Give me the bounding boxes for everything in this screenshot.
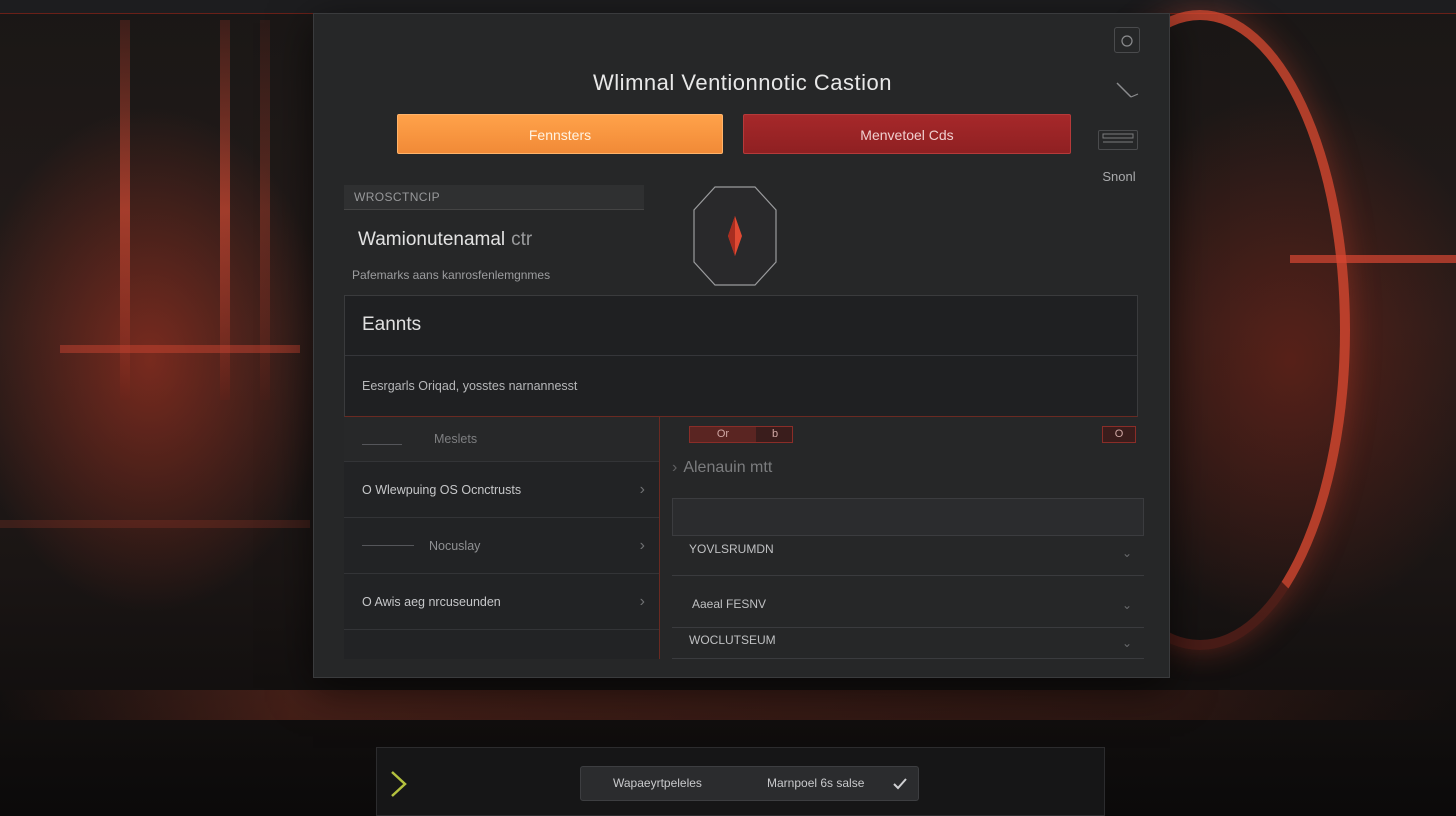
list-header-label: Meslets — [434, 432, 478, 446]
bg-pillar — [120, 20, 130, 400]
chevron-down-icon: ⌄ — [1121, 636, 1132, 650]
divider — [362, 444, 402, 445]
bg-beam — [60, 345, 300, 353]
list-item[interactable]: Nocuslay › — [344, 518, 659, 574]
info-description: Pafemarks aans kanrosfenlemgnmes — [352, 268, 551, 282]
info-name: Wamionutenamal ctr — [358, 229, 532, 251]
primary-button[interactable]: Fennsters — [397, 114, 723, 154]
bg-pillar — [220, 20, 230, 400]
dropdown-row-label: WOCLUTSEUM — [689, 633, 776, 647]
tool-label: Snonl — [1102, 169, 1136, 184]
events-section: Eannts Eesrgarls Oriqad, yosstes narnann… — [344, 295, 1138, 417]
circle-icon[interactable] — [1114, 27, 1140, 53]
left-list: Meslets O Wlewpuing OS Ocnctrusts › Nocu… — [344, 417, 660, 659]
panel-title: Wlimnal Ventionnotic Castion — [593, 70, 892, 95]
display-icon-glyph — [1102, 133, 1134, 143]
chip-group: Or b — [689, 426, 793, 443]
display-icon[interactable] — [1098, 130, 1138, 150]
info-name-suffix: ctr — [511, 229, 533, 250]
dropdown-row[interactable]: WOCLUTSEUM ⌄ — [672, 628, 1144, 659]
events-description: Eesrgarls Oriqad, yosstes narnannesst — [362, 379, 578, 393]
line-tool-icon[interactable] — [1114, 78, 1140, 104]
list-item[interactable]: O Wlewpuing OS Ocnctrusts › — [344, 462, 659, 518]
chip-a[interactable]: Or — [690, 427, 756, 442]
info-name-text: Wamionutenamal — [358, 229, 506, 250]
bottom-selector[interactable]: Wapaeyrtpeleles Marnpoel 6s salse — [580, 766, 919, 801]
chevron-down-icon: ⌄ — [1121, 598, 1132, 612]
divider — [362, 545, 414, 546]
list-item[interactable]: O Awis aeg nrcuseunden › — [344, 574, 659, 630]
chevron-down-icon: ⌄ — [1121, 546, 1132, 560]
circle-icon-glyph — [1121, 35, 1133, 47]
line-tool-glyph — [1116, 82, 1139, 98]
info-header: WROSCTNCIP — [344, 185, 644, 210]
main-panel: Wlimnal Ventionnotic Castion Fennsters M… — [313, 13, 1170, 678]
bottom-option-b[interactable]: Marnpoel 6s salse — [767, 767, 864, 800]
right-title-text: Alenauin mtt — [683, 459, 773, 476]
chevron-right-icon: › — [639, 481, 645, 498]
list-item-label: O Awis aeg nrcuseunden — [362, 595, 501, 609]
list-item-label: O Wlewpuing OS Ocnctrusts — [362, 483, 522, 497]
dropdown-row-label: YOVLSRUMDN — [689, 542, 774, 556]
arrow-right-icon[interactable] — [389, 770, 409, 798]
check-icon[interactable] — [892, 776, 908, 792]
dropdown-row[interactable]: YOVLSRUMDN ⌄ — [672, 538, 1144, 576]
events-title: Eannts — [345, 296, 1137, 356]
chip-b[interactable]: b — [758, 427, 792, 442]
top-strip — [0, 0, 1456, 14]
right-input[interactable] — [672, 498, 1144, 536]
list-header: Meslets — [344, 417, 659, 462]
bg-pillar — [260, 20, 270, 400]
list-item-label: Nocuslay — [429, 539, 481, 553]
bg-pipe — [1290, 255, 1456, 263]
right-area: Or b O › Alenauin mtt YOVLSRUMDN ⌄ Aaeal … — [672, 417, 1144, 659]
dropdown-row-label: Aaeal FESNV — [692, 597, 767, 611]
secondary-button[interactable]: Menvetoel Cds — [743, 114, 1071, 154]
diamond-badge-icon — [693, 186, 777, 286]
bottom-option-a[interactable]: Wapaeyrtpeleles — [613, 767, 702, 800]
dropdown-row[interactable]: Aaeal FESNV ⌄ — [672, 576, 1144, 628]
chevron-right-icon: › — [639, 537, 645, 554]
chevron-right-icon: › — [672, 459, 678, 476]
info-chip[interactable]: O — [1102, 426, 1136, 443]
bg-beam — [0, 520, 310, 528]
bottom-bar: Wapaeyrtpeleles Marnpoel 6s salse — [376, 747, 1105, 816]
right-title: › Alenauin mtt — [672, 459, 772, 477]
chevron-right-icon: › — [639, 593, 645, 610]
bg-floor-glow — [0, 690, 1456, 720]
